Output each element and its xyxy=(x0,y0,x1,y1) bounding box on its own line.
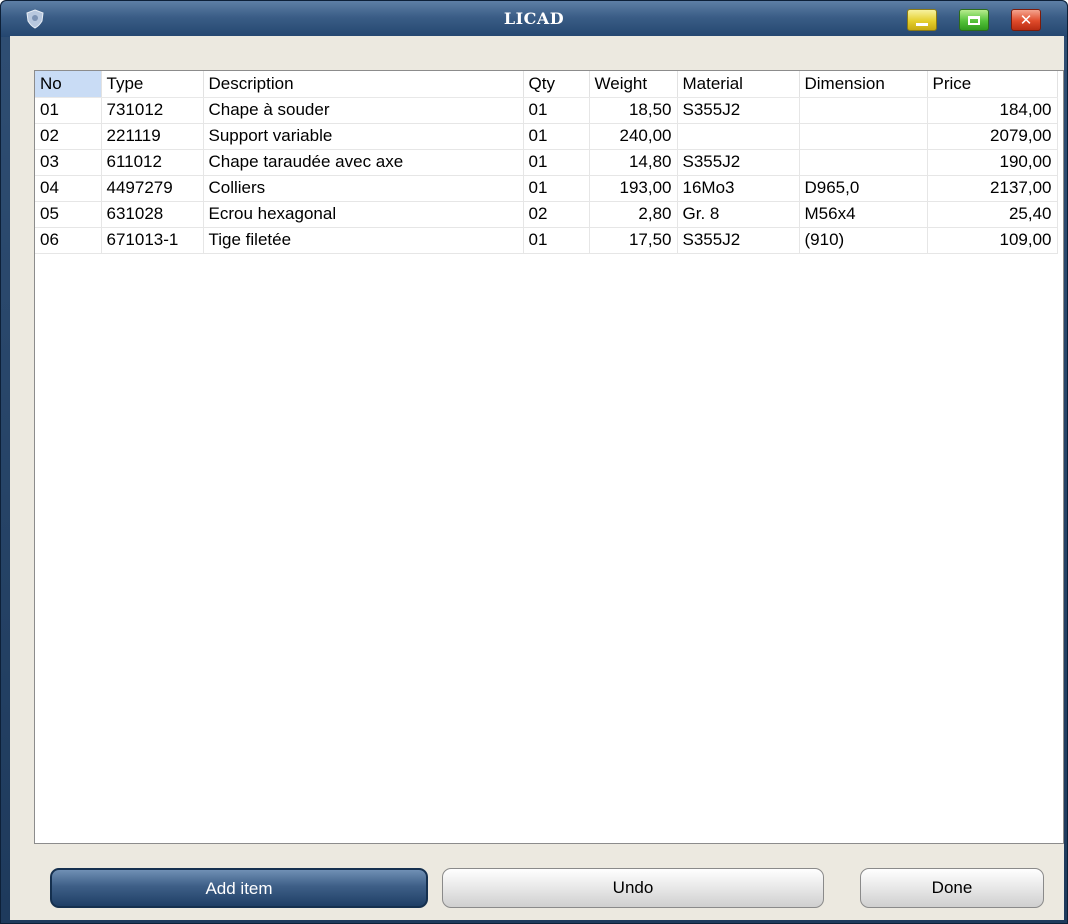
cell-type: 671013-1 xyxy=(101,227,204,254)
column-header-no[interactable]: No xyxy=(35,71,102,98)
cell-price: 190,00 xyxy=(927,149,1058,176)
add-item-button[interactable]: Add item xyxy=(50,868,428,908)
cell-qty: 02 xyxy=(523,201,590,228)
cell-material: S355J2 xyxy=(677,227,800,254)
table-row[interactable]: 02 221119 Support variable 01 240,00 207… xyxy=(35,123,1058,150)
cell-material: Gr. 8 xyxy=(677,201,800,228)
items-table: No Type Description Qty Weight Material … xyxy=(35,71,1058,254)
cell-type: 611012 xyxy=(101,149,204,176)
cell-description: Chape à souder xyxy=(203,97,524,124)
cell-description: Tige filetée xyxy=(203,227,524,254)
cell-price: 184,00 xyxy=(927,97,1058,124)
cell-no: 04 xyxy=(35,175,102,202)
cell-qty: 01 xyxy=(523,97,590,124)
cell-type: 4497279 xyxy=(101,175,204,202)
table-row[interactable]: 05 631028 Ecrou hexagonal 02 2,80 Gr. 8 … xyxy=(35,201,1058,228)
cell-no: 06 xyxy=(35,227,102,254)
cell-price: 2079,00 xyxy=(927,123,1058,150)
column-header-price[interactable]: Price xyxy=(927,71,1058,98)
undo-button[interactable]: Undo xyxy=(442,868,824,908)
cell-qty: 01 xyxy=(523,227,590,254)
column-header-qty[interactable]: Qty xyxy=(523,71,590,98)
cell-qty: 01 xyxy=(523,175,590,202)
cell-weight: 2,80 xyxy=(589,201,678,228)
cell-qty: 01 xyxy=(523,149,590,176)
cell-description: Support variable xyxy=(203,123,524,150)
cell-no: 03 xyxy=(35,149,102,176)
cell-weight: 14,80 xyxy=(589,149,678,176)
column-header-material[interactable]: Material xyxy=(677,71,800,98)
cell-weight: 17,50 xyxy=(589,227,678,254)
cell-dimension: (910) xyxy=(799,227,928,254)
cell-price: 2137,00 xyxy=(927,175,1058,202)
table-header-row: No Type Description Qty Weight Material … xyxy=(35,71,1058,98)
column-header-weight[interactable]: Weight xyxy=(589,71,678,98)
maximize-button[interactable] xyxy=(959,9,989,31)
minimize-button[interactable] xyxy=(907,9,937,31)
cell-material xyxy=(677,123,800,150)
cell-type: 221119 xyxy=(101,123,204,150)
cell-price: 25,40 xyxy=(927,201,1058,228)
cell-dimension: M56x4 xyxy=(799,201,928,228)
column-header-type[interactable]: Type xyxy=(101,71,204,98)
column-header-dimension[interactable]: Dimension xyxy=(799,71,928,98)
cell-description: Ecrou hexagonal xyxy=(203,201,524,228)
cell-material: S355J2 xyxy=(677,149,800,176)
close-button[interactable]: ✕ xyxy=(1011,9,1041,31)
items-list[interactable]: No Type Description Qty Weight Material … xyxy=(34,70,1064,844)
cell-no: 05 xyxy=(35,201,102,228)
cell-description: Chape taraudée avec axe xyxy=(203,149,524,176)
minimize-icon xyxy=(916,23,928,26)
cell-description: Colliers xyxy=(203,175,524,202)
table-row[interactable]: 03 611012 Chape taraudée avec axe 01 14,… xyxy=(35,149,1058,176)
cell-dimension xyxy=(799,97,928,124)
cell-no: 01 xyxy=(35,97,102,124)
cell-dimension xyxy=(799,123,928,150)
close-icon: ✕ xyxy=(1019,11,1033,29)
cell-material: S355J2 xyxy=(677,97,800,124)
done-button[interactable]: Done xyxy=(860,868,1044,908)
column-header-description[interactable]: Description xyxy=(203,71,524,98)
cell-dimension xyxy=(799,149,928,176)
cell-weight: 193,00 xyxy=(589,175,678,202)
cell-no: 02 xyxy=(35,123,102,150)
cell-dimension: D965,0 xyxy=(799,175,928,202)
table-row[interactable]: 06 671013-1 Tige filetée 01 17,50 S355J2… xyxy=(35,227,1058,254)
table-row[interactable]: 01 731012 Chape à souder 01 18,50 S355J2… xyxy=(35,97,1058,124)
cell-type: 731012 xyxy=(101,97,204,124)
cell-material: 16Mo3 xyxy=(677,175,800,202)
cell-qty: 01 xyxy=(523,123,590,150)
title-bar[interactable]: LICAD ✕ xyxy=(1,1,1067,37)
cell-type: 631028 xyxy=(101,201,204,228)
cell-weight: 18,50 xyxy=(589,97,678,124)
table-row[interactable]: 04 4497279 Colliers 01 193,00 16Mo3 D965… xyxy=(35,175,1058,202)
cell-weight: 240,00 xyxy=(589,123,678,150)
cell-price: 109,00 xyxy=(927,227,1058,254)
maximize-icon xyxy=(968,16,980,25)
